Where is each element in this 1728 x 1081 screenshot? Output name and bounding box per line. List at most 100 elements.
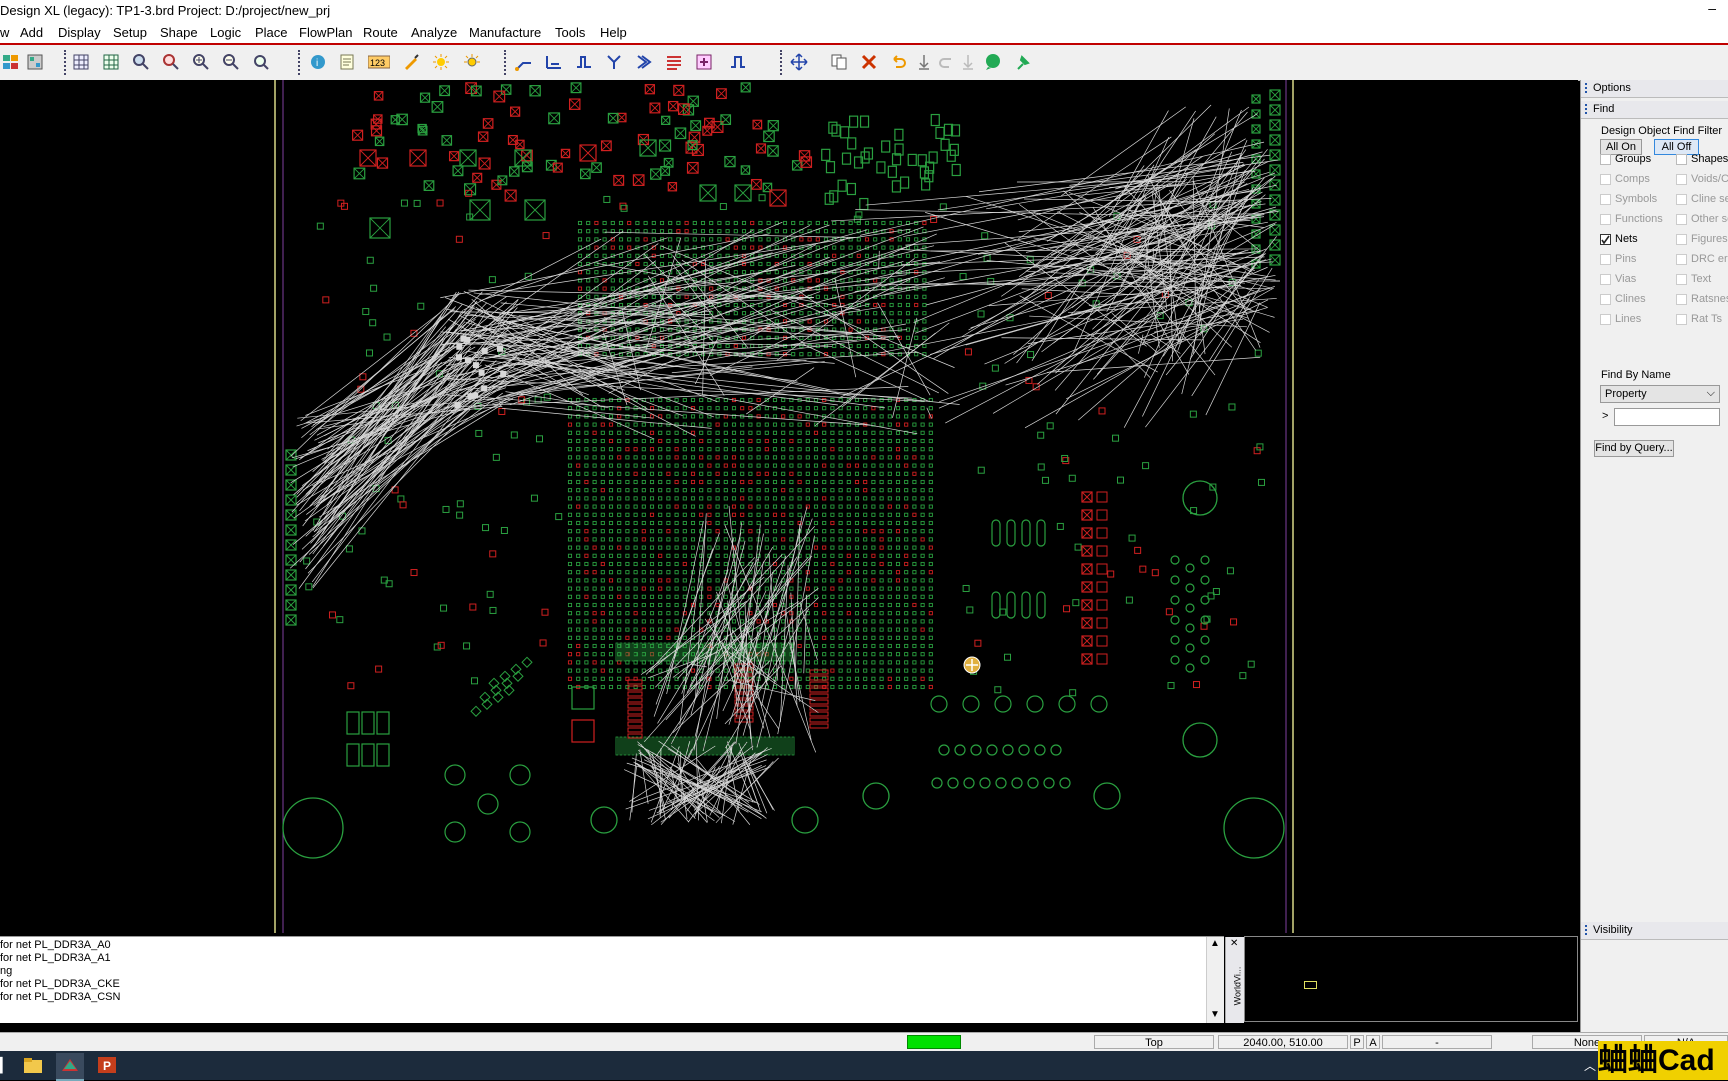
component-pad [450,152,459,161]
start-icon[interactable]: ▎ [0,1057,11,1074]
diff-icon[interactable] [693,51,715,73]
zoom-fit-icon[interactable] [130,51,152,73]
checkbox-text[interactable] [1676,274,1687,285]
view-indicator[interactable] [1304,981,1317,989]
minimize-button[interactable]: – [1708,0,1716,16]
checkbox-groups[interactable] [1600,154,1611,165]
log-scrollbar[interactable]: ▲ ▼ [1206,937,1224,1023]
checkbox-lines[interactable] [1600,314,1611,325]
checkbox-drc-errors[interactable] [1676,254,1687,265]
layers-icon[interactable] [0,51,22,73]
p-toggle[interactable]: P [1350,1035,1364,1049]
design-canvas[interactable] [0,80,1578,933]
stack-pad [1082,528,1092,538]
command-log[interactable]: for net PL_DDR3A_A0 for net PL_DDR3A_A1 … [0,936,1224,1023]
redo-down-icon[interactable] [957,51,979,73]
small-pad [401,200,407,206]
via-hole [445,822,465,842]
menu-setup[interactable]: Setup [113,25,147,40]
scroll-up-icon[interactable]: ▲ [1210,938,1220,949]
fanout-icon[interactable] [603,51,625,73]
world-view[interactable] [1244,936,1578,1022]
checkbox-ratsnests[interactable] [1676,294,1687,305]
spread-icon[interactable] [663,51,685,73]
pcb-editor-icon[interactable] [56,1053,84,1081]
menu-place[interactable]: Place [255,25,288,40]
options-header[interactable]: Options [1581,80,1728,98]
menu-analyze[interactable]: Analyze [411,25,457,40]
menu-route[interactable]: Route [363,25,398,40]
tray-chevron-icon[interactable]: ︿ [1584,1057,1596,1074]
properties-icon[interactable] [337,51,359,73]
zoom-prev-icon[interactable] [250,51,272,73]
menu-manufacture[interactable]: Manufacture [469,25,541,40]
component-pad [592,163,601,172]
route-icon[interactable] [513,51,535,73]
delay-icon[interactable] [573,51,595,73]
find-header[interactable]: Find [1581,101,1728,119]
scroll-down-icon[interactable]: ▼ [1210,1009,1220,1020]
checkbox-vias[interactable] [1600,274,1611,285]
menu-shape[interactable]: Shape [160,25,198,40]
small-pad [304,558,310,564]
menu-logic[interactable]: Logic [210,25,241,40]
name-input[interactable] [1614,408,1720,426]
worldview-tab[interactable]: ✕ WorldVi... [1225,937,1244,1023]
zoom-window-icon[interactable] [160,51,182,73]
copy-icon[interactable] [828,51,850,73]
a-toggle[interactable]: A [1366,1035,1380,1049]
sun-icon[interactable] [430,51,452,73]
color-icon[interactable] [24,51,46,73]
down-icon[interactable] [913,51,935,73]
menu-display[interactable]: Display [58,25,101,40]
undo-icon[interactable] [888,51,910,73]
ratsnest-node [465,357,471,363]
move-icon[interactable] [788,51,810,73]
slide-icon[interactable] [543,51,565,73]
checkbox-other-segs[interactable] [1676,214,1687,225]
pin-icon[interactable] [1012,51,1034,73]
checkbox-label: Comps [1615,173,1650,185]
bus-icon[interactable] [633,51,655,73]
checkbox-functions[interactable] [1600,214,1611,225]
redo-icon[interactable] [935,51,957,73]
chevron-down-icon: ⌵ [1707,387,1715,400]
grid-icon[interactable] [70,51,92,73]
zoom-in-icon[interactable] [190,51,212,73]
zoom-out-icon[interactable] [220,51,242,73]
brush-icon[interactable] [400,51,422,73]
checkbox-clines[interactable] [1600,294,1611,305]
checkbox-shapes[interactable] [1676,154,1687,165]
delete-icon[interactable] [858,51,880,73]
info-icon[interactable]: i [307,51,329,73]
bubble-icon[interactable] [982,51,1004,73]
close-icon[interactable]: ✕ [1230,938,1238,949]
checkbox-voids-cavities[interactable] [1676,174,1687,185]
checkbox-pins[interactable] [1600,254,1611,265]
gloss-icon[interactable] [727,51,749,73]
find-by-query-button[interactable]: Find by Query... [1594,440,1674,457]
numbers-icon[interactable]: 123 [368,51,390,73]
connector-hole [1201,556,1209,564]
menu-help[interactable]: Help [600,25,627,40]
powerpoint-icon[interactable]: P [96,1055,118,1075]
property-select[interactable]: Property ⌵ [1600,385,1720,403]
checkbox-comps[interactable] [1600,174,1611,185]
active-layer[interactable]: Top [1094,1035,1214,1049]
checkbox-rat-ts[interactable] [1676,314,1687,325]
checkbox-nets[interactable] [1600,234,1611,245]
component-pad [347,744,359,766]
grid2-icon[interactable] [100,51,122,73]
visibility-header[interactable]: Visibility [1581,922,1728,940]
menu-window[interactable]: w [0,25,9,40]
explorer-icon[interactable] [22,1055,44,1075]
sun2-icon[interactable] [461,51,483,73]
checkbox-symbols[interactable] [1600,194,1611,205]
menu-flowplan[interactable]: FlowPlan [299,25,352,40]
checkbox-cline-segs[interactable] [1676,194,1687,205]
component-pad [741,83,750,92]
checkbox-figures[interactable] [1676,234,1687,245]
menu-add[interactable]: Add [20,25,43,40]
menu-tools[interactable]: Tools [555,25,585,40]
board-view[interactable] [0,80,1578,933]
